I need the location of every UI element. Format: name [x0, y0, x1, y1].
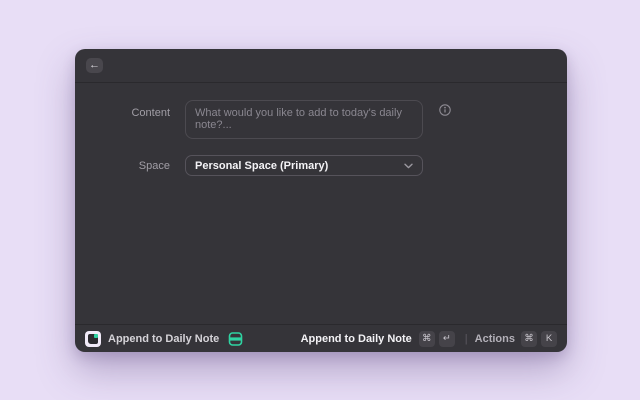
return-key-badge[interactable]: ↵ — [439, 331, 455, 347]
command-key-badge[interactable]: ⌘ — [419, 331, 435, 347]
space-row: Space Personal Space (Primary) — [75, 155, 567, 176]
space-select-value: Personal Space (Primary) — [195, 160, 328, 172]
window-footer: Append to Daily Note Append to Daily Not… — [75, 324, 567, 352]
window-header: ← — [75, 49, 567, 83]
primary-action-label[interactable]: Append to Daily Note — [301, 333, 412, 345]
info-icon[interactable] — [439, 103, 451, 115]
footer-separator: | — [465, 333, 468, 345]
footer-command-title: Append to Daily Note — [108, 333, 219, 345]
space-label: Space — [75, 160, 185, 172]
arrow-left-icon: ← — [89, 60, 100, 71]
k-key-badge[interactable]: K — [541, 331, 557, 347]
footer-actions: Append to Daily Note ⌘ ↵ | Actions ⌘ K — [301, 331, 557, 347]
content-field-wrap — [185, 100, 423, 139]
daily-note-green-icon — [228, 332, 243, 346]
form-body: Content Space Personal — [75, 83, 567, 324]
content-row: Content — [75, 100, 567, 139]
actions-menu-label[interactable]: Actions — [475, 333, 515, 345]
content-label: Content — [75, 100, 185, 139]
capacities-app-icon — [85, 331, 101, 347]
raycast-window: ← Content Space — [75, 49, 567, 352]
space-select[interactable]: Personal Space (Primary) — [185, 155, 423, 176]
space-field-wrap: Personal Space (Primary) — [185, 155, 423, 176]
desktop-background: ← Content Space — [0, 0, 640, 400]
back-button[interactable]: ← — [86, 58, 103, 73]
command-key-badge-2[interactable]: ⌘ — [521, 331, 537, 347]
content-input[interactable] — [185, 100, 423, 139]
chevron-down-icon — [404, 163, 413, 169]
